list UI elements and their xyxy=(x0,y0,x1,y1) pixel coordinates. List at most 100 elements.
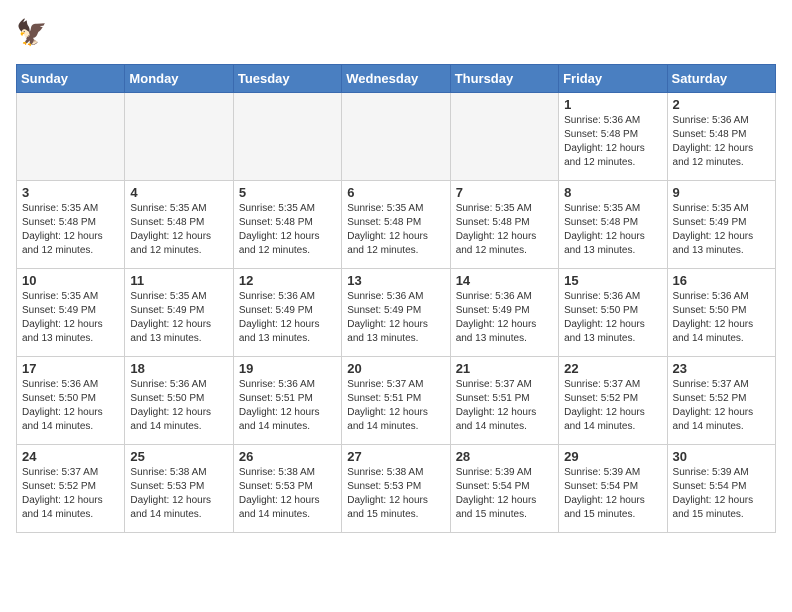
day-number: 3 xyxy=(22,185,119,200)
page-header: 🦅 xyxy=(16,16,776,52)
weekday-header-saturday: Saturday xyxy=(667,65,775,93)
day-info: Sunrise: 5:35 AM Sunset: 5:48 PM Dayligh… xyxy=(456,202,553,258)
calendar-cell: 21 Sunrise: 5:37 AM Sunset: 5:51 PM Dayli… xyxy=(450,357,558,445)
weekday-header-wednesday: Wednesday xyxy=(342,65,450,93)
day-number: 26 xyxy=(239,449,336,464)
day-info: Sunrise: 5:36 AM Sunset: 5:48 PM Dayligh… xyxy=(564,114,661,170)
day-number: 16 xyxy=(673,273,770,288)
calendar-cell: 24 Sunrise: 5:37 AM Sunset: 5:52 PM Dayli… xyxy=(17,445,125,533)
day-info: Sunrise: 5:35 AM Sunset: 5:48 PM Dayligh… xyxy=(130,202,227,258)
day-number: 27 xyxy=(347,449,444,464)
calendar-cell: 29 Sunrise: 5:39 AM Sunset: 5:54 PM Dayli… xyxy=(559,445,667,533)
day-number: 23 xyxy=(673,361,770,376)
calendar-cell: 13Sunrise: 5:36 AM Sunset: 5:49 PM Dayli… xyxy=(342,269,450,357)
day-number: 4 xyxy=(130,185,227,200)
day-info: Sunrise: 5:37 AM Sunset: 5:51 PM Dayligh… xyxy=(347,378,444,434)
day-number: 9 xyxy=(673,185,770,200)
day-number: 2 xyxy=(673,97,770,112)
calendar-cell: 28 Sunrise: 5:39 AM Sunset: 5:54 PM Dayli… xyxy=(450,445,558,533)
calendar-cell: 23 Sunrise: 5:37 AM Sunset: 5:52 PM Dayli… xyxy=(667,357,775,445)
day-info: Sunrise: 5:39 AM Sunset: 5:54 PM Dayligh… xyxy=(456,466,553,522)
calendar-week-1: 1 Sunrise: 5:36 AM Sunset: 5:48 PM Daylig… xyxy=(17,93,776,181)
day-number: 25 xyxy=(130,449,227,464)
day-info: Sunrise: 5:36 AM Sunset: 5:50 PM Dayligh… xyxy=(130,378,227,434)
weekday-header-thursday: Thursday xyxy=(450,65,558,93)
day-number: 1 xyxy=(564,97,661,112)
calendar-cell: 4 Sunrise: 5:35 AM Sunset: 5:48 PM Daylig… xyxy=(125,181,233,269)
calendar-cell: 27 Sunrise: 5:38 AM Sunset: 5:53 PM Dayli… xyxy=(342,445,450,533)
calendar-cell xyxy=(450,93,558,181)
day-info: Sunrise: 5:35 AM Sunset: 5:48 PM Dayligh… xyxy=(347,202,444,258)
calendar-header-row: SundayMondayTuesdayWednesdayThursdayFrid… xyxy=(17,65,776,93)
calendar-cell: 18 Sunrise: 5:36 AM Sunset: 5:50 PM Dayli… xyxy=(125,357,233,445)
day-info: Sunrise: 5:36 AM Sunset: 5:50 PM Dayligh… xyxy=(673,290,770,346)
logo-icon: 🦅 xyxy=(16,16,52,52)
calendar-cell: 8 Sunrise: 5:35 AM Sunset: 5:48 PM Daylig… xyxy=(559,181,667,269)
calendar-week-3: 10 Sunrise: 5:35 AM Sunset: 5:49 PM Dayli… xyxy=(17,269,776,357)
day-number: 17 xyxy=(22,361,119,376)
day-info: Sunrise: 5:36 AM Sunset: 5:48 PM Dayligh… xyxy=(673,114,770,170)
day-number: 20 xyxy=(347,361,444,376)
calendar-cell xyxy=(125,93,233,181)
calendar-cell: 1 Sunrise: 5:36 AM Sunset: 5:48 PM Daylig… xyxy=(559,93,667,181)
day-info: Sunrise: 5:35 AM Sunset: 5:48 PM Dayligh… xyxy=(239,202,336,258)
day-info: Sunrise: 5:35 AM Sunset: 5:49 PM Dayligh… xyxy=(130,290,227,346)
weekday-header-sunday: Sunday xyxy=(17,65,125,93)
day-number: 30 xyxy=(673,449,770,464)
calendar-cell: 3 Sunrise: 5:35 AM Sunset: 5:48 PM Daylig… xyxy=(17,181,125,269)
day-number: 21 xyxy=(456,361,553,376)
day-number: 13 xyxy=(347,273,444,288)
day-number: 8 xyxy=(564,185,661,200)
day-info: Sunrise: 5:36 AM Sunset: 5:49 PM Dayligh… xyxy=(239,290,336,346)
svg-text:🦅: 🦅 xyxy=(16,17,47,47)
weekday-header-monday: Monday xyxy=(125,65,233,93)
day-info: Sunrise: 5:38 AM Sunset: 5:53 PM Dayligh… xyxy=(239,466,336,522)
day-info: Sunrise: 5:35 AM Sunset: 5:49 PM Dayligh… xyxy=(673,202,770,258)
day-number: 24 xyxy=(22,449,119,464)
calendar-cell: 16 Sunrise: 5:36 AM Sunset: 5:50 PM Dayli… xyxy=(667,269,775,357)
day-number: 28 xyxy=(456,449,553,464)
calendar-cell: 26 Sunrise: 5:38 AM Sunset: 5:53 PM Dayli… xyxy=(233,445,341,533)
calendar-cell: 9 Sunrise: 5:35 AM Sunset: 5:49 PM Daylig… xyxy=(667,181,775,269)
calendar-week-2: 3 Sunrise: 5:35 AM Sunset: 5:48 PM Daylig… xyxy=(17,181,776,269)
day-number: 11 xyxy=(130,273,227,288)
day-info: Sunrise: 5:37 AM Sunset: 5:52 PM Dayligh… xyxy=(673,378,770,434)
logo: 🦅 xyxy=(16,16,56,52)
calendar-cell: 7 Sunrise: 5:35 AM Sunset: 5:48 PM Daylig… xyxy=(450,181,558,269)
calendar-cell: 25 Sunrise: 5:38 AM Sunset: 5:53 PM Dayli… xyxy=(125,445,233,533)
day-number: 10 xyxy=(22,273,119,288)
day-info: Sunrise: 5:39 AM Sunset: 5:54 PM Dayligh… xyxy=(564,466,661,522)
day-info: Sunrise: 5:39 AM Sunset: 5:54 PM Dayligh… xyxy=(673,466,770,522)
day-info: Sunrise: 5:38 AM Sunset: 5:53 PM Dayligh… xyxy=(347,466,444,522)
calendar-cell: 11 Sunrise: 5:35 AM Sunset: 5:49 PM Dayli… xyxy=(125,269,233,357)
calendar-cell: 5Sunrise: 5:35 AM Sunset: 5:48 PM Daylig… xyxy=(233,181,341,269)
day-info: Sunrise: 5:36 AM Sunset: 5:49 PM Dayligh… xyxy=(456,290,553,346)
day-number: 15 xyxy=(564,273,661,288)
calendar-cell: 20 Sunrise: 5:37 AM Sunset: 5:51 PM Dayli… xyxy=(342,357,450,445)
weekday-header-friday: Friday xyxy=(559,65,667,93)
calendar-cell xyxy=(17,93,125,181)
day-info: Sunrise: 5:37 AM Sunset: 5:52 PM Dayligh… xyxy=(22,466,119,522)
day-number: 22 xyxy=(564,361,661,376)
day-info: Sunrise: 5:35 AM Sunset: 5:48 PM Dayligh… xyxy=(564,202,661,258)
day-info: Sunrise: 5:37 AM Sunset: 5:51 PM Dayligh… xyxy=(456,378,553,434)
calendar-cell: 17 Sunrise: 5:36 AM Sunset: 5:50 PM Dayli… xyxy=(17,357,125,445)
day-number: 14 xyxy=(456,273,553,288)
calendar-cell: 14 Sunrise: 5:36 AM Sunset: 5:49 PM Dayli… xyxy=(450,269,558,357)
day-info: Sunrise: 5:36 AM Sunset: 5:50 PM Dayligh… xyxy=(22,378,119,434)
day-info: Sunrise: 5:36 AM Sunset: 5:51 PM Dayligh… xyxy=(239,378,336,434)
day-info: Sunrise: 5:35 AM Sunset: 5:49 PM Dayligh… xyxy=(22,290,119,346)
day-number: 7 xyxy=(456,185,553,200)
day-info: Sunrise: 5:36 AM Sunset: 5:50 PM Dayligh… xyxy=(564,290,661,346)
day-info: Sunrise: 5:37 AM Sunset: 5:52 PM Dayligh… xyxy=(564,378,661,434)
day-info: Sunrise: 5:35 AM Sunset: 5:48 PM Dayligh… xyxy=(22,202,119,258)
calendar-cell xyxy=(233,93,341,181)
calendar-cell: 15 Sunrise: 5:36 AM Sunset: 5:50 PM Dayli… xyxy=(559,269,667,357)
day-number: 12 xyxy=(239,273,336,288)
day-number: 29 xyxy=(564,449,661,464)
calendar-cell: 2 Sunrise: 5:36 AM Sunset: 5:48 PM Daylig… xyxy=(667,93,775,181)
calendar-cell: 10 Sunrise: 5:35 AM Sunset: 5:49 PM Dayli… xyxy=(17,269,125,357)
day-number: 18 xyxy=(130,361,227,376)
calendar-table: SundayMondayTuesdayWednesdayThursdayFrid… xyxy=(16,64,776,533)
day-info: Sunrise: 5:38 AM Sunset: 5:53 PM Dayligh… xyxy=(130,466,227,522)
